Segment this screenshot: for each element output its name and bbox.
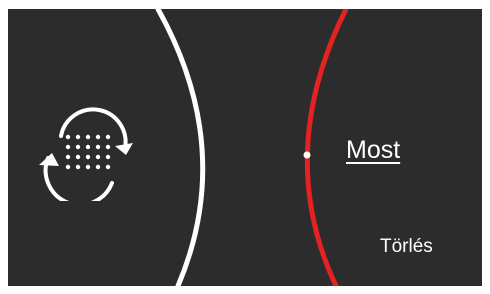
right-dial-arc[interactable] <box>304 9 349 286</box>
right-dial-marker[interactable] <box>303 151 311 159</box>
left-dial-marker[interactable] <box>181 43 187 49</box>
refresh-dots-icon[interactable] <box>38 105 134 201</box>
left-dial-arc[interactable] <box>155 9 206 286</box>
dial-screen: Most Törlés <box>8 9 482 286</box>
clear-button[interactable]: Törlés <box>380 236 433 258</box>
now-button[interactable]: Most <box>346 136 400 165</box>
